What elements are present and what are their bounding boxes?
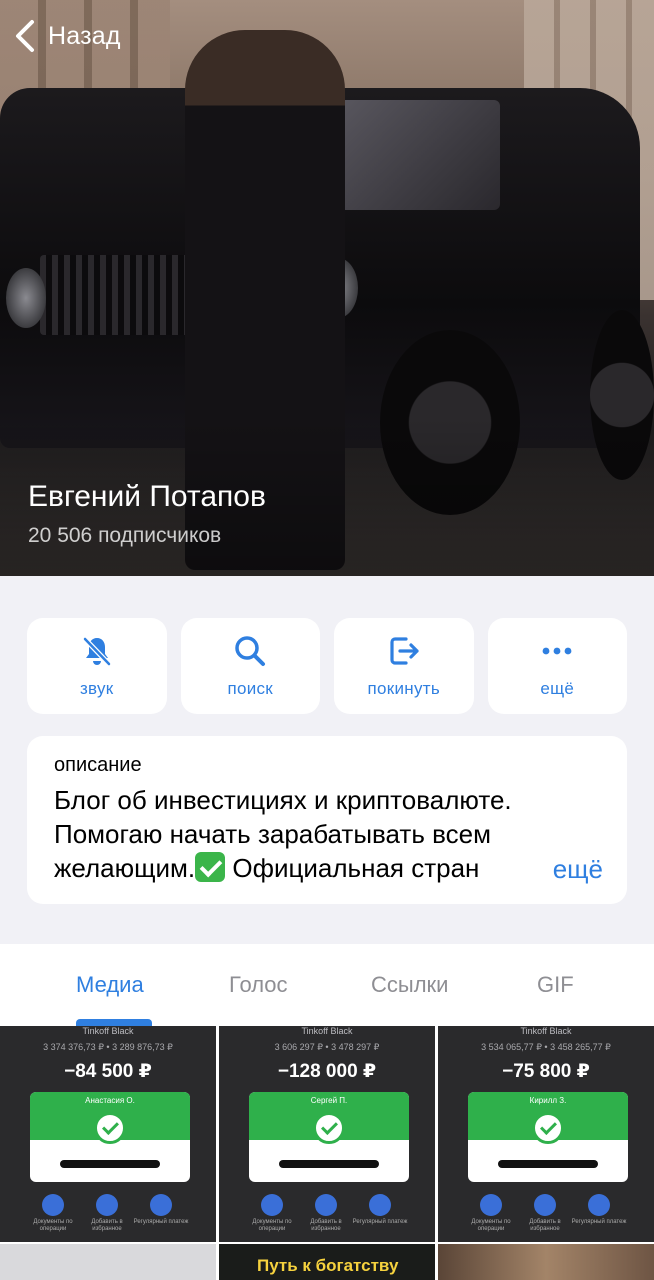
document-icon <box>480 1194 502 1216</box>
repeat-payment-icon <box>369 1194 391 1216</box>
document-icon <box>42 1194 64 1216</box>
channel-cover-photo: Назад Евгений Потапов 20 506 подписчиков <box>0 0 654 576</box>
bank-name: Tinkoff Black <box>520 1026 572 1036</box>
media-thumbnail[interactable]: Tinkoff Black 3 606 297 ₽ • 3 478 297 ₽ … <box>219 1026 435 1242</box>
description-line: Помогаю начать зарабатывать всем <box>54 819 491 849</box>
transfer-amount: −84 500 ₽ <box>64 1061 152 1082</box>
bank-name: Tinkoff Black <box>82 1026 134 1036</box>
search-button[interactable]: поиск <box>180 618 320 714</box>
description-more-link[interactable]: ещё <box>512 854 603 885</box>
channel-profile-page: Назад Евгений Потапов 20 506 подписчиков… <box>0 0 654 1280</box>
chevron-left-icon <box>16 20 34 52</box>
balance-text: 3 606 297 ₽ • 3 478 297 ₽ <box>274 1042 380 1052</box>
icon-caption: Добавить в избранное <box>310 1219 342 1232</box>
checkmark-emoji-icon <box>195 852 226 882</box>
description-fragment: Официальная стран <box>232 853 480 883</box>
tab-voice[interactable]: Голос <box>229 972 288 998</box>
leave-label: покинуть <box>367 679 441 698</box>
success-check-icon <box>94 1112 126 1144</box>
bank-name: Tinkoff Black <box>301 1026 353 1036</box>
more-button[interactable]: ещё <box>487 618 627 714</box>
thumbnail-title: Путь к богатству <box>257 1256 399 1275</box>
media-thumbnail[interactable] <box>438 1244 654 1280</box>
transfer-amount: −75 800 ₽ <box>502 1061 590 1082</box>
mute-label: звук <box>79 679 114 698</box>
more-label: ещё <box>540 679 575 698</box>
action-bar: звук поиск покинуть ещё <box>27 618 627 714</box>
icon-caption: Документы по операции <box>252 1219 292 1232</box>
tab-media[interactable]: Медиа <box>76 972 144 998</box>
redacted-card-number <box>279 1160 379 1168</box>
description-card: описание Блог об инвестициях и криптовал… <box>27 736 627 904</box>
recipient-name: Сергей П. <box>310 1096 348 1105</box>
description-fragment: желающим. <box>54 853 196 883</box>
active-tab-indicator <box>76 1019 152 1026</box>
repeat-payment-icon <box>588 1194 610 1216</box>
success-check-icon <box>532 1112 564 1144</box>
balance-text: 3 534 065,77 ₽ • 3 458 265,77 ₽ <box>481 1042 611 1052</box>
icon-caption: Регулярный платеж <box>571 1219 627 1225</box>
icon-caption: Документы по операции <box>33 1219 73 1232</box>
star-icon <box>96 1194 118 1216</box>
channel-title: Евгений Потапов <box>28 480 266 513</box>
search-label: поиск <box>227 679 274 698</box>
transfer-amount: −128 000 ₽ <box>277 1061 377 1082</box>
mute-button[interactable]: звук <box>27 618 167 714</box>
icon-caption: Добавить в избранное <box>529 1219 561 1232</box>
receipt-card: Кирилл З. <box>468 1092 628 1182</box>
redacted-card-number <box>498 1160 598 1168</box>
media-tabs: Медиа Голос Ссылки GIF <box>0 944 654 1026</box>
description-heading: описание <box>54 754 142 776</box>
star-icon <box>315 1194 337 1216</box>
icon-caption: Добавить в избранное <box>91 1219 123 1232</box>
star-icon <box>534 1194 556 1216</box>
receipt-card: Анастасия О. <box>30 1092 190 1182</box>
icon-caption: Регулярный платеж <box>133 1219 189 1225</box>
tab-gif[interactable]: GIF <box>537 972 574 998</box>
more-icon <box>542 647 572 655</box>
icon-caption: Регулярный платеж <box>352 1219 408 1225</box>
media-thumbnail[interactable] <box>0 1244 216 1280</box>
receipt-card: Сергей П. <box>249 1092 409 1182</box>
icon-caption: Документы по операции <box>471 1219 511 1232</box>
repeat-payment-icon <box>150 1194 172 1216</box>
media-thumbnail[interactable]: Путь к богатству <box>219 1244 435 1280</box>
leave-button[interactable]: покинуть <box>334 618 474 714</box>
media-thumbnail[interactable]: Tinkoff Black 3 534 065,77 ₽ • 3 458 265… <box>438 1026 654 1242</box>
balance-text: 3 374 376,73 ₽ • 3 289 876,73 ₽ <box>43 1042 173 1052</box>
redacted-card-number <box>60 1160 160 1168</box>
media-grid: Tinkoff Black 3 374 376,73 ₽ • 3 289 876… <box>0 1026 654 1280</box>
search-icon <box>235 636 266 666</box>
success-check-icon <box>313 1112 345 1144</box>
document-icon <box>261 1194 283 1216</box>
leave-icon <box>390 637 419 665</box>
recipient-name: Анастасия О. <box>85 1096 135 1105</box>
bell-muted-icon <box>82 636 112 667</box>
back-button[interactable]: Назад <box>12 18 121 54</box>
description-line: Блог об инвестициях и криптовалюте. <box>54 785 512 815</box>
back-label: Назад <box>48 21 121 50</box>
recipient-name: Кирилл З. <box>529 1096 567 1105</box>
media-thumbnail[interactable]: Tinkoff Black 3 374 376,73 ₽ • 3 289 876… <box>0 1026 216 1242</box>
subscriber-count: 20 506 подписчиков <box>28 524 222 547</box>
tab-links[interactable]: Ссылки <box>371 972 448 998</box>
